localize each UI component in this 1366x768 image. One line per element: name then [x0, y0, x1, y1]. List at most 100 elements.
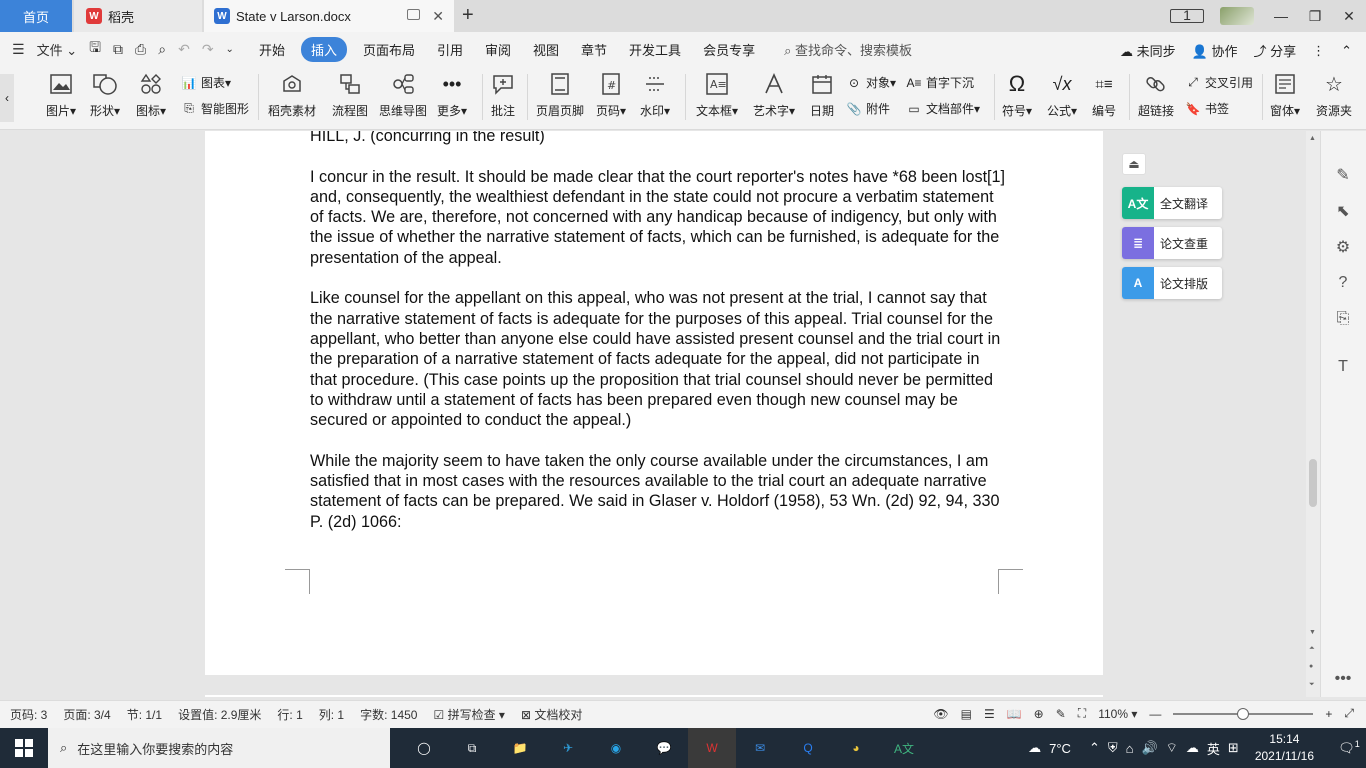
menu-insert[interactable]: 插入 — [300, 36, 347, 62]
select-browse-icon[interactable]: ● — [1309, 663, 1313, 670]
full-translate-button[interactable]: A文 全文翻译 — [1122, 187, 1222, 219]
picture-button[interactable]: 图片▾ — [46, 72, 76, 119]
scroll-thumb[interactable] — [1309, 459, 1317, 507]
mail-icon[interactable]: ✉ — [736, 728, 784, 768]
clock[interactable]: 15:14 2021/11/16 — [1255, 731, 1314, 765]
restore-icon[interactable]: ❐ — [1298, 8, 1332, 25]
menu-developer[interactable]: 开发工具 — [629, 40, 681, 59]
spellcheck-button[interactable]: ☑ 拼写检查 ▾ — [433, 706, 504, 723]
ribbon-scroll-left-icon[interactable]: ‹ — [0, 74, 14, 122]
translate-app-icon[interactable]: A文 — [880, 728, 928, 768]
backup-icon[interactable]: ⎘ — [1333, 309, 1353, 329]
menu-chapter[interactable]: 章节 — [581, 40, 607, 59]
chrome-icon[interactable]: ◕ — [832, 728, 880, 768]
comment-button[interactable]: 批注 — [491, 72, 515, 119]
print-icon[interactable]: ⎙ — [135, 41, 146, 58]
edge-icon[interactable]: ◉ — [592, 728, 640, 768]
close-window-icon[interactable]: ✕ — [1332, 8, 1366, 25]
proofread-button[interactable]: ⊠ 文档校对 — [521, 706, 582, 723]
zoom-out-icon[interactable]: — — [1149, 707, 1161, 721]
cloud-sync-icon[interactable]: ☁ — [1186, 740, 1199, 756]
wps-taskbar-icon[interactable]: W — [688, 728, 736, 768]
menu-review[interactable]: 审阅 — [485, 40, 511, 59]
unsynced-button[interactable]: ☁ 未同步 — [1120, 41, 1176, 60]
zoom-slider-knob[interactable] — [1237, 707, 1250, 720]
resources-button[interactable]: ☆ 资源夹 — [1316, 72, 1352, 119]
attachment-button[interactable]: 📎 附件 — [846, 100, 891, 117]
fit-page-icon[interactable]: ⛶ — [1078, 706, 1086, 721]
command-search[interactable]: ⌕ 查找命令、搜索模板 — [784, 40, 912, 59]
date-button[interactable]: 日期 — [810, 72, 834, 119]
status-pages[interactable]: 页面: 3/4 — [63, 706, 110, 723]
fullscreen-icon[interactable]: ⤢ — [1344, 706, 1354, 721]
mindmap-button[interactable]: 思维导图 — [379, 72, 427, 119]
hyperlink-button[interactable]: 超链接 — [1138, 72, 1174, 119]
adjust-sliders-icon[interactable]: ⚙ — [1333, 237, 1353, 257]
next-page-icon[interactable]: ⏷ — [1309, 681, 1315, 689]
zoom-level[interactable]: 110% ▾ — [1098, 707, 1137, 721]
collapse-ribbon-icon[interactable]: ⌃ — [1341, 43, 1352, 59]
daoke-material-button[interactable]: 稻壳素材 — [268, 72, 316, 119]
menu-page-layout[interactable]: 页面布局 — [363, 40, 415, 59]
weather-temp[interactable]: 7°C — [1049, 741, 1071, 756]
show-hidden-icons-icon[interactable]: ⌃ — [1089, 740, 1100, 756]
text-style-icon[interactable]: T — [1333, 357, 1353, 377]
status-word-count[interactable]: 字数: 1450 — [360, 706, 417, 723]
write-mode-icon[interactable]: ✎ — [1056, 707, 1066, 721]
antivirus-icon[interactable]: ⛨ — [1108, 740, 1118, 756]
search-app-icon[interactable]: Q — [784, 728, 832, 768]
prev-page-icon[interactable]: ⏶ — [1309, 645, 1315, 653]
more-side-icon[interactable]: ••• — [1333, 669, 1353, 689]
dropcap-button[interactable]: A≡ 首字下沉 — [906, 74, 974, 91]
start-button[interactable] — [0, 728, 48, 768]
print-preview-icon[interactable]: ⌕ — [158, 41, 166, 58]
wechat-icon[interactable]: 💬 — [640, 728, 688, 768]
tab-document[interactable]: W State v Larson.docx ✕ — [204, 0, 454, 32]
scroll-up-icon[interactable]: ▲ — [1309, 135, 1316, 142]
file-menu[interactable]: 文件 ⌄ — [37, 40, 78, 59]
cross-reference-button[interactable]: ⤢ 交叉引用 — [1185, 74, 1253, 91]
more-menu-icon[interactable]: ⋮ — [1312, 43, 1325, 59]
reading-view-icon[interactable]: 📖 — [1007, 707, 1022, 721]
page-number-button[interactable]: # 页码▾ — [596, 72, 626, 119]
menu-member[interactable]: 会员专享 — [703, 40, 755, 59]
export-pdf-icon[interactable]: ⧉ — [113, 41, 123, 58]
file-explorer-icon[interactable]: 📁 — [496, 728, 544, 768]
volume-icon[interactable]: 🔊 — [1141, 740, 1157, 756]
zoom-in-icon[interactable]: + — [1325, 707, 1332, 721]
page-view-icon[interactable]: ▤ — [961, 707, 972, 721]
network-icon[interactable]: ⌂ — [1126, 741, 1134, 756]
paper-layout-button[interactable]: A 论文排版 — [1122, 267, 1222, 299]
notification-center-icon[interactable]: 🗨1 — [1332, 739, 1366, 756]
tab-daoke[interactable]: W 稻壳 — [74, 0, 202, 32]
customize-chevron-icon[interactable]: ⌄ — [226, 44, 234, 55]
weather-icon[interactable]: ☁ — [1028, 740, 1041, 756]
avatar[interactable] — [1220, 7, 1254, 25]
numbering-button[interactable]: ⌗≡ 编号 — [1092, 72, 1116, 119]
wifi-icon[interactable]: ⌔ — [1166, 740, 1178, 756]
document-body[interactable]: HILL, J. (concurring in the result) I co… — [310, 131, 1010, 552]
taskbar-search[interactable]: ⌕ 在这里输入你要搜索的内容 — [48, 728, 390, 768]
textbox-button[interactable]: A≡ 文本框▾ — [696, 72, 738, 119]
task-view-icon[interactable]: ⧉ — [448, 728, 496, 768]
scroll-down-icon[interactable]: ▼ — [1309, 629, 1316, 636]
bookmark-button[interactable]: 🔖 书签 — [1185, 100, 1230, 117]
object-button[interactable]: ⊙ 对象 ▾ — [846, 74, 896, 91]
hamburger-icon[interactable]: ☰ — [12, 41, 25, 58]
chart-button[interactable]: 📊 图表 ▾ — [181, 74, 232, 91]
zoom-slider[interactable] — [1173, 707, 1314, 720]
eye-protection-icon[interactable]: 👁 — [933, 707, 948, 721]
menu-view[interactable]: 视图 — [533, 40, 559, 59]
float-window-icon[interactable] — [407, 9, 420, 20]
menu-references[interactable]: 引用 — [437, 40, 463, 59]
help-icon[interactable]: ? — [1333, 273, 1353, 293]
window-layout-icon[interactable]: 1 — [1170, 8, 1204, 23]
outline-view-icon[interactable]: ☰ — [984, 707, 995, 721]
menu-start[interactable]: 开始 — [259, 40, 285, 59]
wordart-button[interactable]: 艺术字▾ — [753, 72, 795, 119]
collab-button[interactable]: 👤 协作 — [1192, 41, 1238, 60]
smart-shape-button[interactable]: ⎘ 智能图形 — [181, 100, 249, 117]
save-icon[interactable]: 🖫 — [89, 37, 101, 61]
minimize-icon[interactable]: — — [1264, 8, 1298, 24]
plagiarism-check-button[interactable]: ≣ 论文查重 — [1122, 227, 1222, 259]
